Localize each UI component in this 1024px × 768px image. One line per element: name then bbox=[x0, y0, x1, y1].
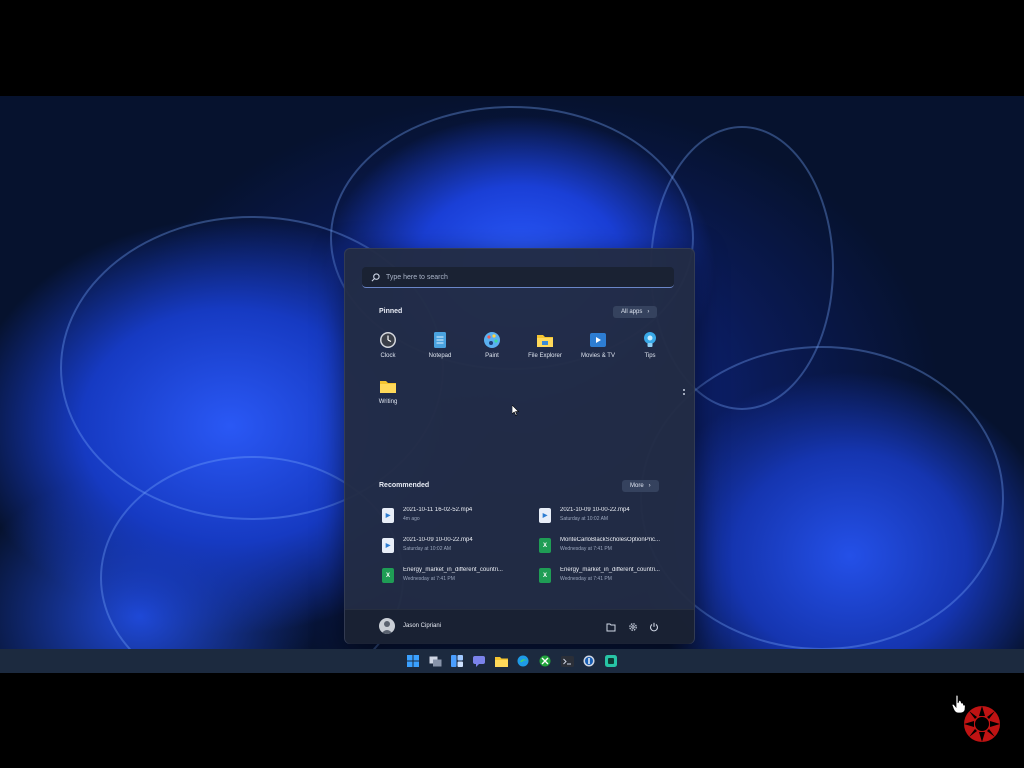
pinned-app-movies-tv[interactable]: Movies & TV bbox=[578, 331, 618, 359]
page-dot bbox=[683, 393, 685, 395]
page-dot bbox=[683, 389, 685, 391]
password-manager-icon[interactable] bbox=[582, 654, 597, 669]
pinned-app-notepad[interactable]: Notepad bbox=[420, 331, 460, 359]
taskbar bbox=[0, 649, 1024, 673]
search-box[interactable]: Type here to search bbox=[362, 267, 674, 288]
start-menu: Type here to search Pinned All apps › Cl… bbox=[344, 248, 695, 644]
excel-file-icon: X bbox=[382, 568, 394, 583]
pinned-app-paint[interactable]: Paint bbox=[472, 331, 512, 359]
more-button[interactable]: More › bbox=[622, 480, 659, 492]
recommended-item-name: Energy_market_in_different_countri... bbox=[403, 567, 503, 573]
power-icon[interactable] bbox=[648, 621, 659, 632]
pinned-page-indicator[interactable] bbox=[683, 389, 686, 395]
recommended-title: Recommended bbox=[379, 482, 430, 489]
all-apps-button[interactable]: All apps › bbox=[613, 306, 658, 318]
paint-icon bbox=[483, 331, 501, 349]
recommended-item-time: 4m ago bbox=[403, 516, 420, 522]
recommended-item-name: MonteCarloBlackScholesOptionPric... bbox=[560, 537, 661, 543]
start-menu-footer: Jason Cipriani bbox=[345, 609, 694, 644]
recommended-item-name: Energy_market_in_different_countri... bbox=[560, 567, 660, 573]
xbox-icon[interactable] bbox=[538, 654, 553, 669]
video-file-icon: ▶ bbox=[382, 538, 394, 553]
pinned-app-tips[interactable]: Tips bbox=[630, 331, 670, 359]
start-windows-icon[interactable] bbox=[406, 654, 421, 669]
app-label: File Explorer bbox=[528, 353, 562, 359]
all-apps-label: All apps bbox=[621, 309, 643, 315]
app-label: Tips bbox=[644, 353, 656, 359]
pinned-app-clock[interactable]: Clock bbox=[368, 331, 408, 359]
search-icon bbox=[370, 272, 380, 282]
avatar[interactable] bbox=[379, 618, 395, 634]
recommended-item[interactable]: ▶ 2021-10-09 10-00-22.mp4 Saturday at 10… bbox=[539, 507, 689, 529]
recommended-item-name: 2021-10-09 10-00-22.mp4 bbox=[560, 507, 630, 513]
more-label: More bbox=[630, 483, 644, 489]
recommended-item[interactable]: ▶ 2021-10-11 16-02-52.mp4 4m ago bbox=[382, 507, 532, 529]
recommended-item-time: Wednesday at 7:41 PM bbox=[403, 576, 455, 582]
recommended-item-time: Wednesday at 7:41 PM bbox=[560, 546, 612, 552]
app-label: Movies & TV bbox=[581, 353, 615, 359]
settings-gear-icon[interactable] bbox=[627, 621, 638, 632]
terminal-icon[interactable] bbox=[560, 654, 575, 669]
teams-chat-icon[interactable] bbox=[472, 654, 487, 669]
mouse-pointer-icon bbox=[511, 403, 520, 421]
recommended-item-name: 2021-10-11 16-02-52.mp4 bbox=[403, 507, 473, 513]
recommended-item[interactable]: X Energy_market_in_different_countri... … bbox=[382, 567, 532, 589]
pinned-app-writing[interactable]: Writing bbox=[368, 377, 408, 405]
video-file-icon: ▶ bbox=[382, 508, 394, 523]
documents-icon[interactable] bbox=[605, 621, 616, 632]
pinned-app-file-explorer[interactable]: File Explorer bbox=[525, 331, 565, 359]
recommended-item-time: Wednesday at 7:41 PM bbox=[560, 576, 612, 582]
recommended-item-name: 2021-10-09 10-00-22.mp4 bbox=[403, 537, 473, 543]
excel-file-icon: X bbox=[539, 568, 551, 583]
app-label: Paint bbox=[485, 353, 499, 359]
task-view-icon[interactable] bbox=[428, 654, 443, 669]
pinned-title: Pinned bbox=[379, 308, 403, 315]
clock-icon bbox=[379, 331, 397, 349]
tips-icon bbox=[641, 331, 659, 349]
folder-icon bbox=[379, 377, 397, 395]
ign-logo bbox=[962, 704, 1002, 744]
recommended-item-time: Saturday at 10:02 AM bbox=[560, 516, 609, 522]
excel-file-icon: X bbox=[539, 538, 551, 553]
movies-icon bbox=[589, 331, 607, 349]
recommended-item[interactable]: ▶ 2021-10-09 10-00-22.mp4 Saturday at 10… bbox=[382, 537, 532, 559]
edge-browser-icon[interactable] bbox=[516, 654, 531, 669]
recommended-item[interactable]: X MonteCarloBlackScholesOptionPric... We… bbox=[539, 537, 689, 559]
chevron-right-icon: › bbox=[648, 483, 651, 489]
folder-icon bbox=[536, 331, 554, 349]
app-label: Writing bbox=[378, 399, 398, 405]
file-explorer-icon[interactable] bbox=[494, 654, 509, 669]
user-name[interactable]: Jason Cipriani bbox=[403, 623, 441, 629]
app-icon[interactable] bbox=[604, 654, 619, 669]
chevron-right-icon: › bbox=[647, 309, 650, 315]
app-label: Clock bbox=[380, 353, 396, 359]
video-file-icon: ▶ bbox=[539, 508, 551, 523]
notepad-icon bbox=[431, 331, 449, 349]
search-input[interactable]: Type here to search bbox=[386, 274, 448, 281]
recommended-item[interactable]: X Energy_market_in_different_countri... … bbox=[539, 567, 689, 589]
recommended-item-time: Saturday at 10:02 AM bbox=[403, 546, 452, 552]
widgets-icon[interactable] bbox=[450, 654, 465, 669]
app-label: Notepad bbox=[428, 353, 452, 359]
